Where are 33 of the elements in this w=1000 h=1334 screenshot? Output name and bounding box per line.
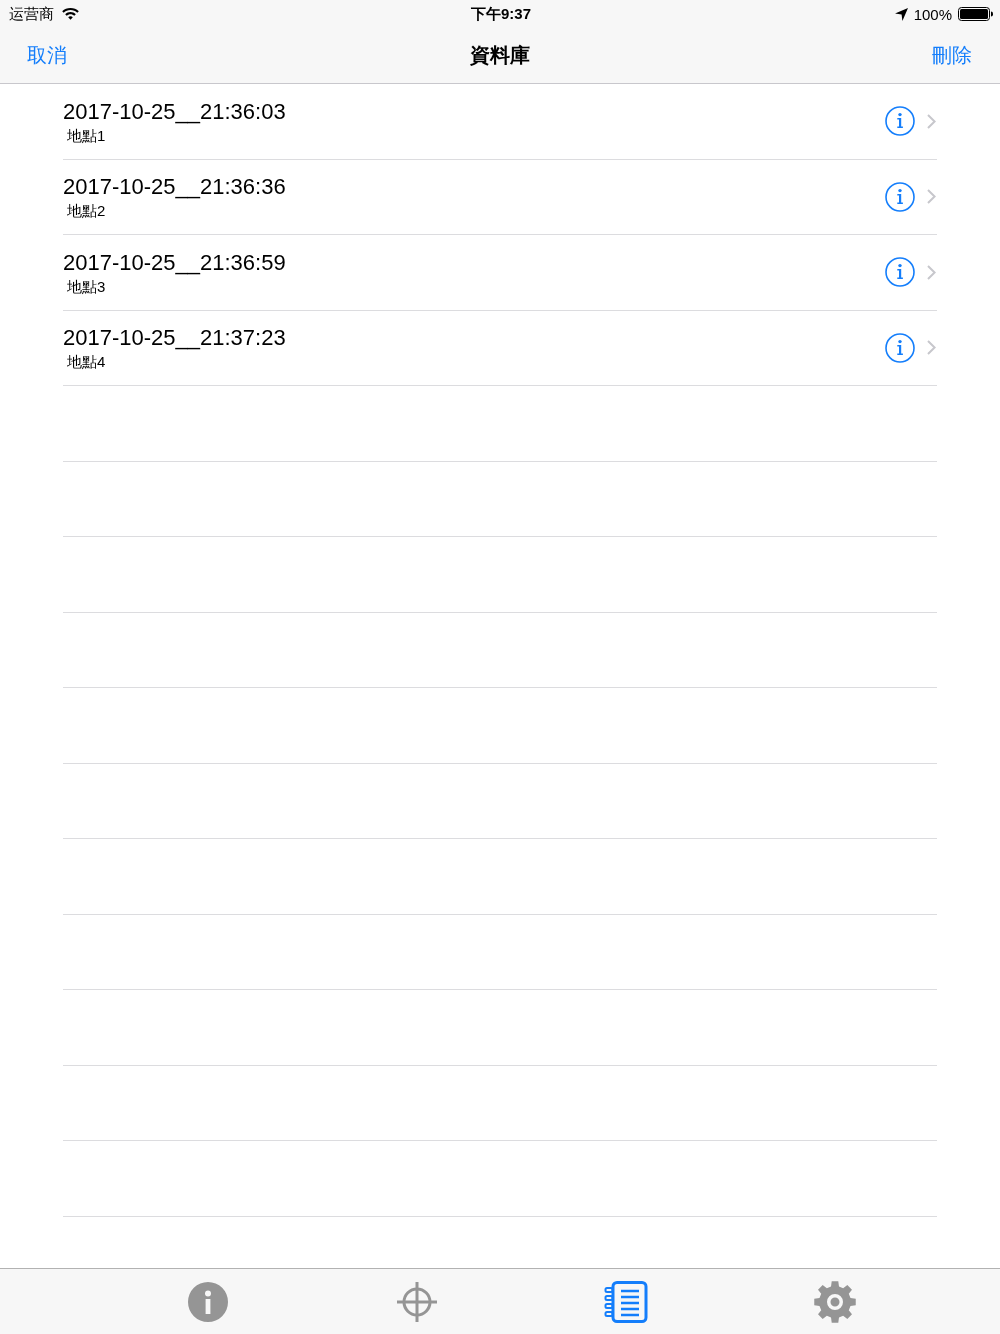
location-label: 地點2 (67, 201, 106, 222)
info-icon[interactable] (885, 106, 915, 137)
cancel-button[interactable]: 取消 (27, 42, 67, 69)
crosshair-icon (396, 1281, 437, 1322)
nav-title: 資料庫 (469, 43, 530, 68)
info-icon[interactable] (885, 257, 915, 288)
timestamp-text: 2017-10-25__21:36:59 (63, 249, 286, 276)
chevron-icon (927, 340, 936, 356)
chevron-icon (927, 113, 936, 129)
wifi-icon (62, 8, 79, 20)
tab-button[interactable] (396, 1281, 437, 1322)
chevron-icon (927, 264, 936, 280)
battery-icon (958, 7, 993, 21)
timestamp-text: 2017-10-25__21:36:03 (63, 98, 286, 125)
notebook-icon (603, 1280, 648, 1323)
tab-button[interactable] (603, 1280, 648, 1323)
carrier-label: 运营商 (9, 4, 54, 24)
status-time: 下午9:37 (471, 4, 531, 24)
chevron-icon (927, 189, 936, 205)
info-icon[interactable] (885, 332, 915, 363)
tab-button[interactable] (187, 1281, 228, 1322)
info-icon (187, 1281, 228, 1322)
tab-button[interactable] (812, 1279, 857, 1324)
info-icon[interactable] (885, 181, 915, 212)
gear-icon (812, 1279, 857, 1324)
location-label: 地點4 (67, 352, 106, 373)
delete-button[interactable]: 刪除 (932, 42, 972, 69)
timestamp-text: 2017-10-25__21:36:36 (63, 174, 286, 201)
location-label: 地點1 (67, 125, 106, 146)
location-label: 地點3 (67, 276, 106, 297)
location-arrow-icon (894, 7, 908, 21)
battery-percent: 100% (913, 5, 952, 23)
timestamp-text: 2017-10-25__21:37:23 (63, 325, 286, 352)
